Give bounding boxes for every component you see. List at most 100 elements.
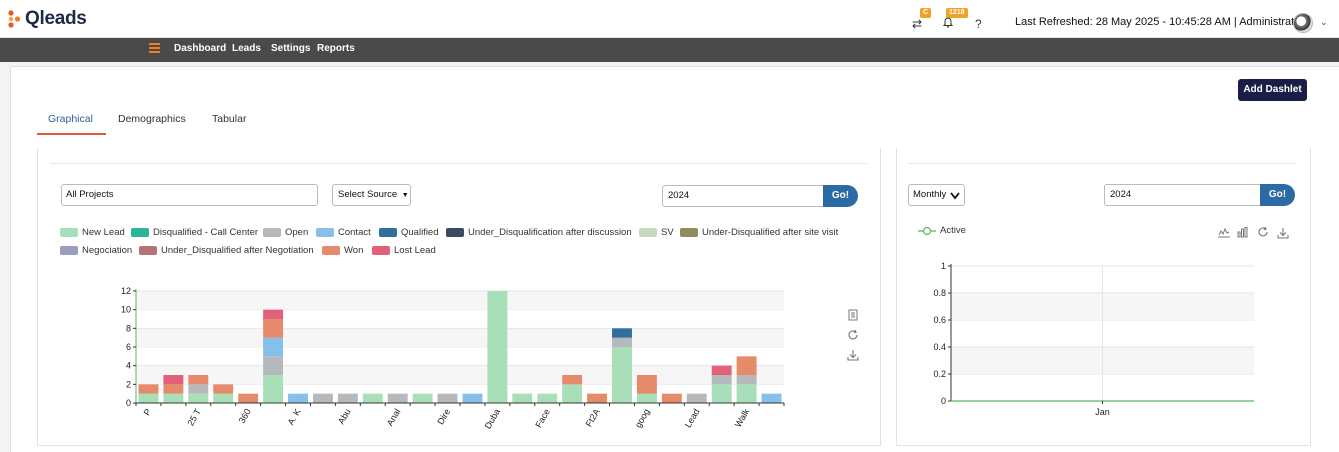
project-select[interactable]: All Projects (61, 184, 318, 206)
go-button[interactable]: Go! (1260, 184, 1295, 206)
bar-segment (188, 393, 209, 403)
bell-icon[interactable] (942, 17, 954, 31)
panel-divider (908, 163, 1295, 164)
bar-segment (711, 365, 732, 375)
y-tick-label: 10 (121, 305, 131, 315)
bar-segment (487, 291, 508, 403)
refresh-icon[interactable] (1257, 226, 1269, 241)
caret-down-icon: ▼ (401, 192, 409, 199)
active-tab-indicator (37, 133, 106, 135)
bar-segment (138, 393, 159, 403)
select-source-button[interactable]: Select Source ▼ (332, 184, 411, 206)
legend-item[interactable]: Under_Disqualification after discussion (446, 227, 632, 238)
app-logo[interactable]: Qleads (8, 8, 87, 30)
legend-item[interactable]: Qualified (379, 227, 439, 238)
x-tick-label: A. K (286, 407, 303, 427)
tab-demographics[interactable]: Demographics (118, 113, 186, 125)
bar-segment (163, 393, 184, 403)
go-button[interactable]: Go! (823, 185, 858, 207)
y-tick-label: 12 (121, 286, 131, 296)
legend-item[interactable]: Open (263, 227, 308, 238)
bar-segment (412, 393, 433, 403)
legend-item[interactable]: Lost Lead (372, 245, 436, 256)
y-tick-label: 2 (126, 379, 131, 389)
x-tick-label: 360 (237, 407, 253, 425)
legend-item[interactable]: Active (918, 225, 966, 236)
bar-segment (263, 356, 284, 375)
top-bar: Qleads C ⇄ 1218 ? Last Refreshed: 28 May… (0, 0, 1339, 38)
legend-item[interactable]: Negociation (60, 245, 132, 256)
download-icon[interactable] (847, 349, 859, 364)
nav-settings[interactable]: Settings (271, 43, 310, 54)
nav-dashboard[interactable]: Dashboard (174, 43, 226, 54)
grid-band (136, 365, 784, 385)
nav-leads[interactable]: Leads (232, 43, 261, 54)
legend-item[interactable]: Won (322, 245, 363, 256)
chevron-down-icon[interactable]: ⌄ (1320, 17, 1328, 28)
x-tick-label: Lead (683, 407, 702, 429)
bar-segment (238, 393, 259, 403)
nav-reports[interactable]: Reports (317, 43, 355, 54)
legend-item[interactable]: New Lead (60, 227, 125, 238)
menu-icon[interactable] (149, 43, 160, 53)
x-tick-label: goog (633, 407, 652, 429)
bar-segment (437, 393, 458, 403)
grid-band (136, 291, 784, 310)
sync-icon[interactable]: ⇄ (912, 17, 922, 31)
bar-segment (312, 393, 333, 403)
x-tick-label: P (142, 407, 154, 417)
refresh-icon[interactable] (847, 329, 859, 344)
bar-segment (636, 393, 657, 403)
legend-item[interactable]: Contact (316, 227, 371, 238)
tab-graphical[interactable]: Graphical (48, 113, 93, 125)
bar-segment (288, 393, 308, 403)
x-tick-label: Dire (435, 407, 452, 426)
download-icon[interactable] (1277, 227, 1289, 242)
y-tick-label: 0.2 (933, 369, 946, 379)
period-select-value: Monthly (913, 189, 947, 200)
legend-item[interactable]: Under-Disqualified after site visit (680, 227, 838, 238)
active-line-chart: 0 0.2 0.4 0.6 0.8 1 Jan (933, 261, 1254, 417)
bar-segment (263, 375, 284, 403)
bar-segment (512, 393, 533, 403)
legend-item[interactable]: SV (639, 227, 674, 238)
bar-segment (736, 384, 757, 403)
x-tick-label: Jan (1095, 407, 1110, 417)
nav-bar: Dashboard Leads Settings Reports (0, 38, 1339, 62)
y-tick-label: 0.4 (933, 342, 946, 352)
avatar[interactable] (1293, 13, 1313, 33)
line-chart-icon[interactable] (1218, 227, 1230, 241)
y-tick-label: 0 (126, 398, 131, 408)
line-legend-icon (918, 226, 936, 235)
year-input[interactable]: 2024 (1104, 184, 1261, 206)
bar-segment (213, 393, 234, 403)
bar-segment (661, 393, 682, 403)
bar-segment (462, 393, 483, 403)
bar-segment (736, 356, 757, 375)
period-select[interactable]: Monthly (908, 184, 965, 206)
legend-item[interactable]: Under_Disqualified after Negotiation (139, 245, 314, 256)
bar-segment (188, 375, 209, 385)
bar-segment (362, 393, 383, 403)
bar-segment (263, 319, 284, 338)
select-source-label: Select Source (338, 189, 398, 200)
bar-segment (562, 384, 583, 403)
panel-divider (50, 163, 867, 164)
help-icon[interactable]: ? (975, 17, 982, 31)
bar-segment (736, 375, 757, 385)
data-view-icon[interactable] (848, 309, 858, 324)
x-tick-label: Abu (336, 407, 353, 426)
x-tick-label: Face (533, 407, 552, 429)
tab-tabular[interactable]: Tabular (212, 113, 246, 125)
year-input-value: 2024 (668, 190, 690, 201)
grid-band (136, 328, 784, 347)
x-tick-label: Duba (483, 407, 502, 431)
year-input[interactable]: 2024 (662, 185, 824, 207)
add-dashlet-button[interactable]: Add Dashlet (1238, 79, 1307, 101)
bar-segment (711, 375, 732, 385)
legend-item[interactable]: Disqualified - Call Center (131, 227, 258, 238)
bar-segment (612, 347, 632, 403)
bar-segment (138, 384, 159, 394)
x-tick-label: Ft2A (584, 407, 602, 428)
bar-chart-icon[interactable] (1237, 227, 1249, 241)
